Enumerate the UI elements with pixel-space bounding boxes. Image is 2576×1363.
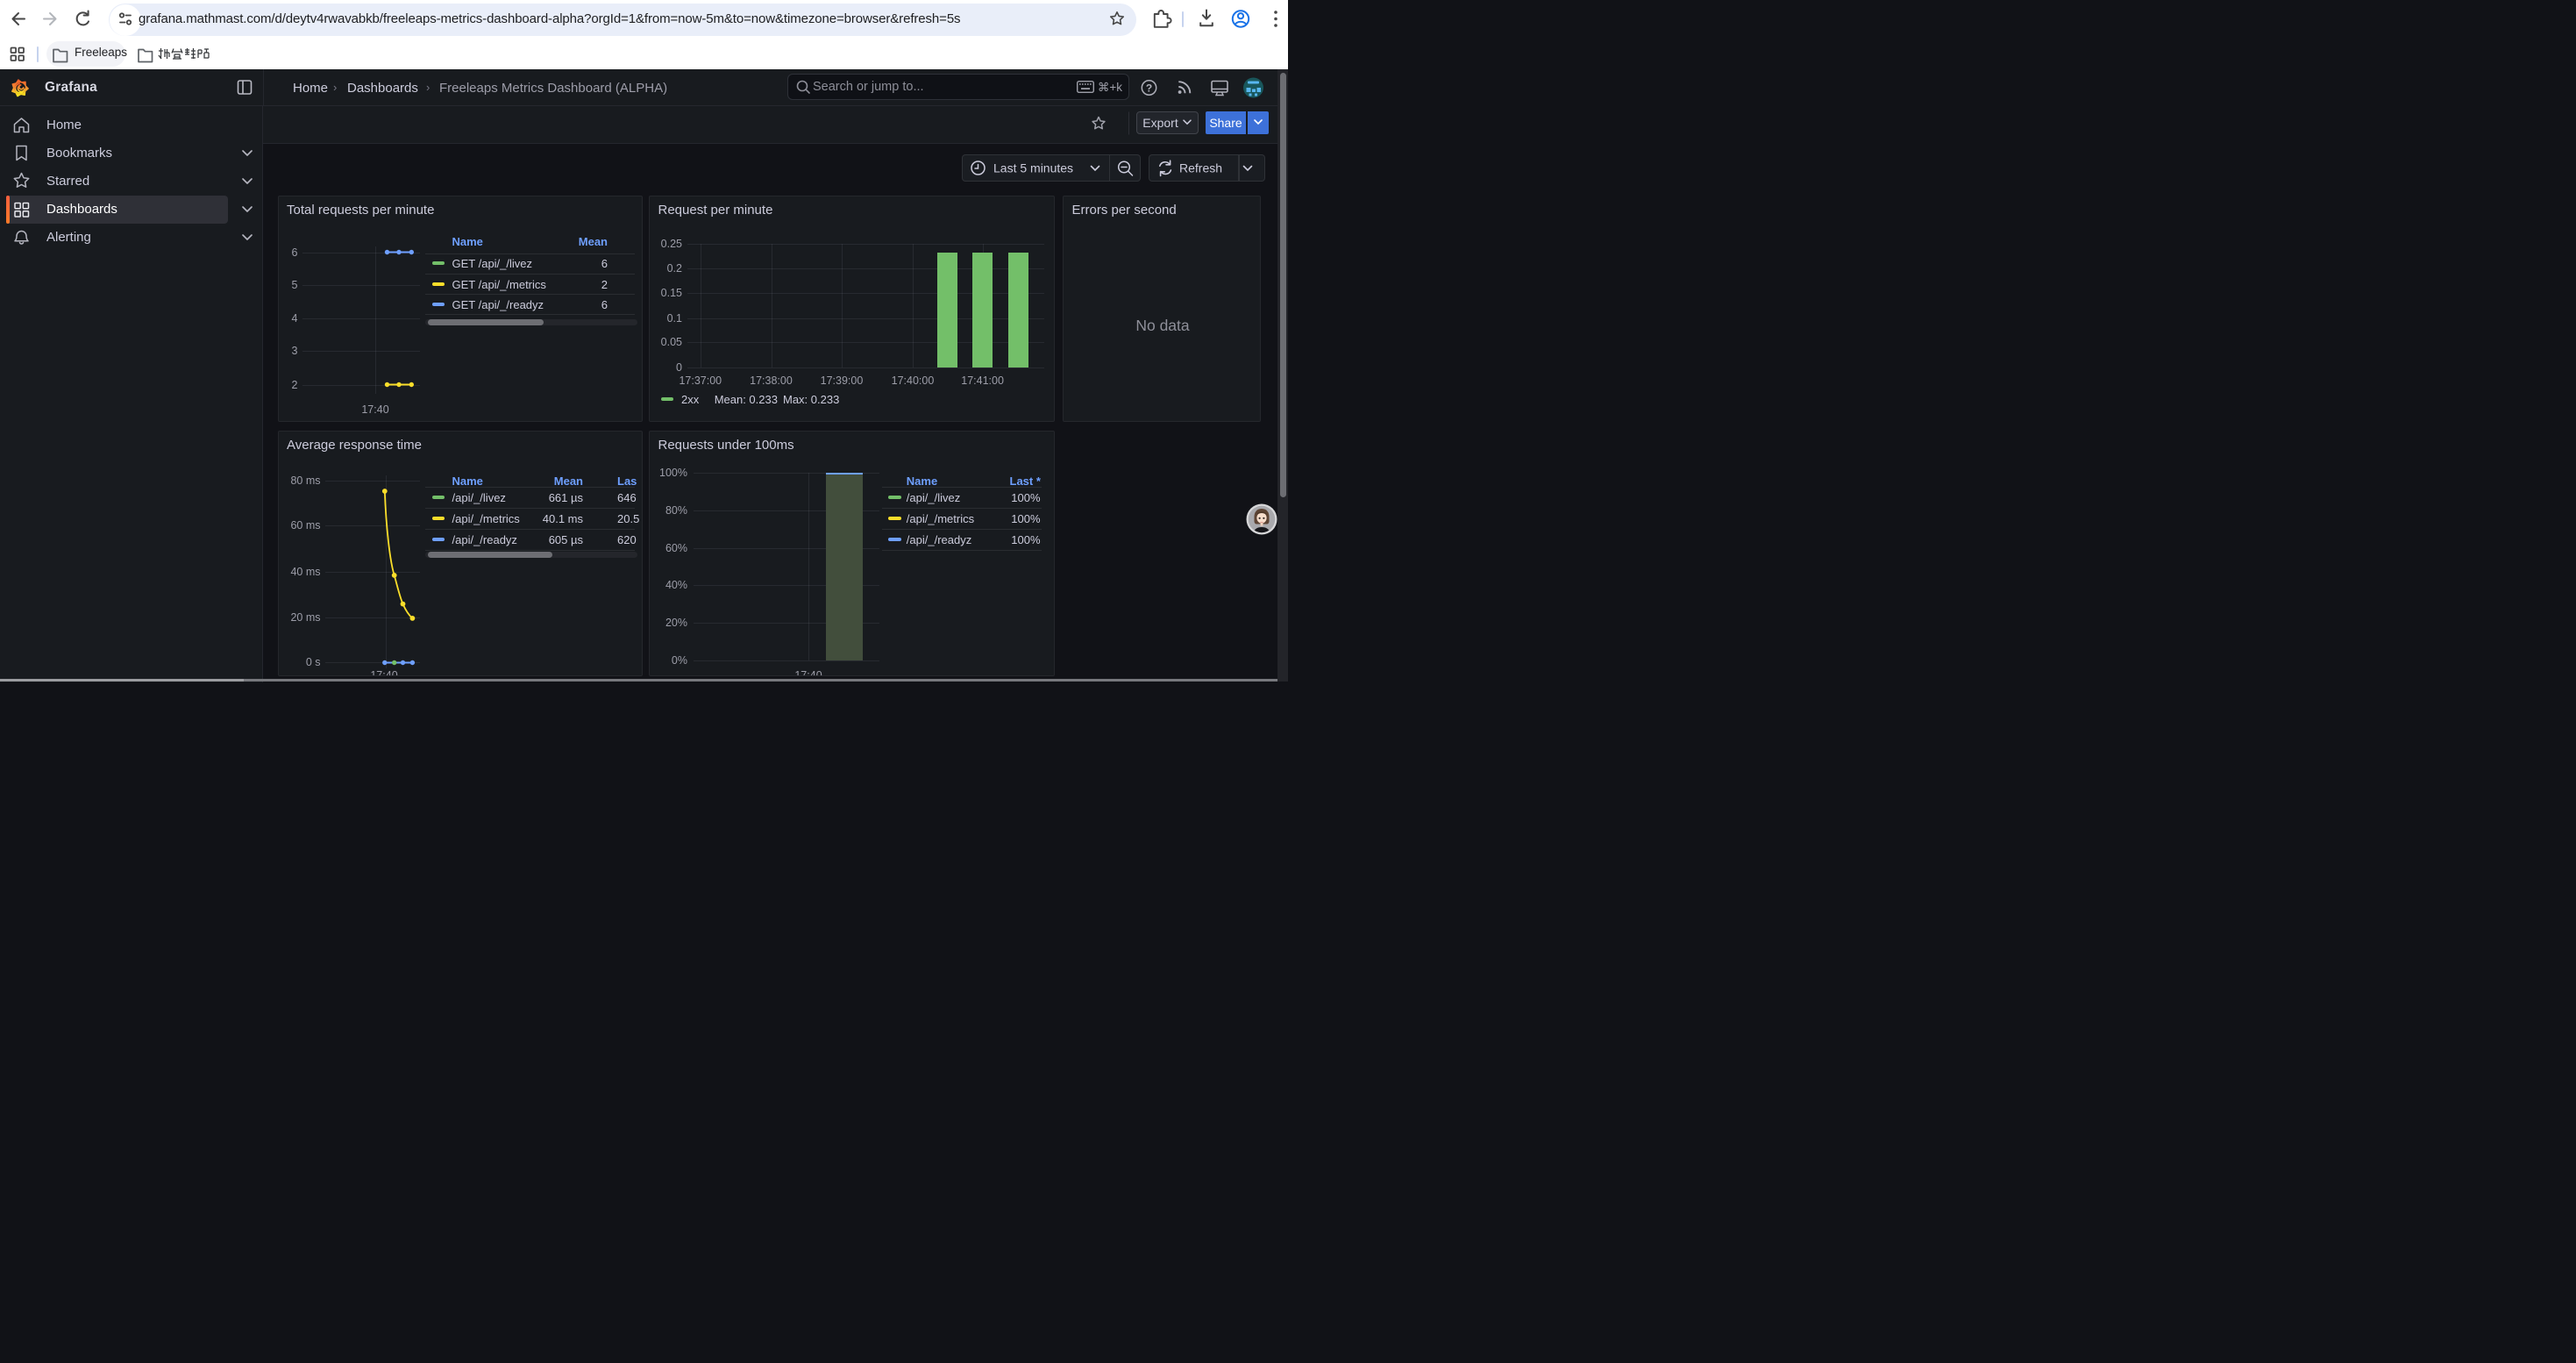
svg-text:?: ? bbox=[1146, 82, 1152, 95]
